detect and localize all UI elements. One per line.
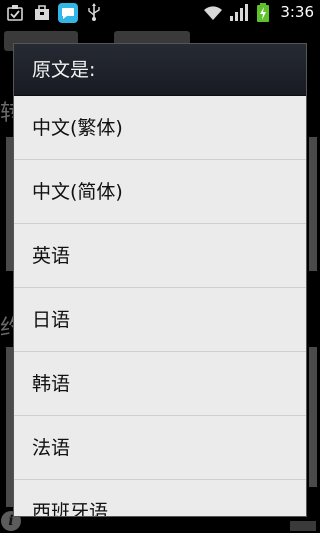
background-button <box>290 521 316 531</box>
dialog-title: 原文是: <box>32 59 96 81</box>
status-bar: 3:36 <box>0 0 320 25</box>
language-option-japanese[interactable]: 日语 <box>14 288 306 352</box>
language-option-english[interactable]: 英语 <box>14 224 306 288</box>
language-option-french[interactable]: 法语 <box>14 416 306 480</box>
battery-charging-icon <box>256 3 270 22</box>
dialog-header: 原文是: <box>14 44 306 96</box>
language-option-simplified-chinese[interactable]: 中文(简体) <box>14 160 306 224</box>
language-option-spanish[interactable]: 西班牙语 <box>14 480 306 516</box>
wifi-icon <box>203 3 223 22</box>
signal-icon <box>229 3 248 22</box>
check-notification-icon <box>6 3 24 22</box>
language-option-traditional-chinese[interactable]: 中文(繁体) <box>14 96 306 160</box>
language-option-list[interactable]: 中文(繁体) 中文(简体) 英语 日语 韩语 法语 西班牙语 <box>14 96 306 516</box>
background-text-field <box>309 347 317 487</box>
usb-icon <box>86 3 102 22</box>
clock-time: 3:36 <box>280 3 314 21</box>
language-option-korean[interactable]: 韩语 <box>14 352 306 416</box>
language-dialog: 原文是: 中文(繁体) 中文(简体) 英语 日语 韩语 法语 西班牙语 <box>13 43 307 517</box>
chat-bubble-icon <box>58 3 78 23</box>
shopping-bag-icon <box>33 3 51 22</box>
background-text-field <box>309 137 317 271</box>
